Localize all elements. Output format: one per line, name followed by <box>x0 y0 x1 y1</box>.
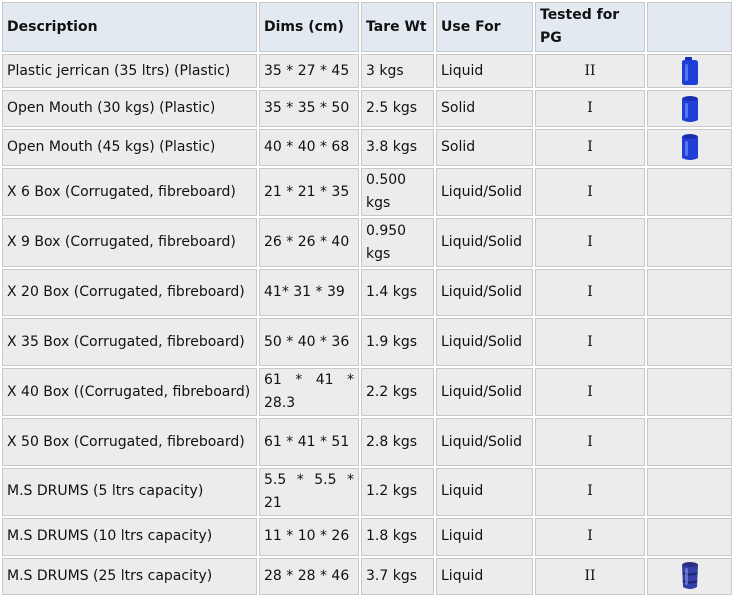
cell-pg: II <box>535 54 645 89</box>
table-row: X 20 Box (Corrugated, fibreboard) 41* 31 … <box>2 268 732 317</box>
table-row: X 40 Box ((Corrugated, fibreboard) 61 * 4… <box>2 367 732 417</box>
cell-tare: 2.2 kgs <box>361 367 434 417</box>
header-dims: Dims (cm) <box>259 2 359 52</box>
cell-dims: 61 * 41 * 28.3 <box>259 367 359 417</box>
cell-dims: 41* 31 * 39 <box>259 268 359 317</box>
cell-description: M.S DRUMS (10 ltrs capacity) <box>2 518 257 556</box>
cell-image <box>647 90 732 127</box>
cell-description: X 40 Box ((Corrugated, fibreboard) <box>2 367 257 417</box>
cell-tare: 3 kgs <box>361 54 434 89</box>
cell-tare: 2.8 kgs <box>361 418 434 466</box>
cell-use: Liquid/Solid <box>436 218 533 267</box>
cell-pg: I <box>535 518 645 556</box>
cell-pg: I <box>535 268 645 317</box>
cell-tare: 1.4 kgs <box>361 268 434 317</box>
cell-use: Liquid/Solid <box>436 367 533 417</box>
cell-use: Liquid/Solid <box>436 268 533 317</box>
cell-pg: I <box>535 168 645 217</box>
cell-tare: 1.8 kgs <box>361 518 434 556</box>
cell-image <box>647 557 732 595</box>
cell-tare: 0.950 kgs <box>361 218 434 267</box>
header-tested: Tested for PG <box>535 2 645 52</box>
cell-description: Open Mouth (45 kgs) (Plastic) <box>2 128 257 167</box>
cell-image <box>647 218 732 267</box>
cell-description: X 20 Box (Corrugated, fibreboard) <box>2 268 257 317</box>
cell-image <box>647 54 732 89</box>
cell-dims: 28 * 28 * 46 <box>259 557 359 595</box>
cell-tare: 3.7 kgs <box>361 557 434 595</box>
cell-description: M.S DRUMS (25 ltrs capacity) <box>2 557 257 595</box>
cell-tare: 3.8 kgs <box>361 128 434 167</box>
cell-description: M.S DRUMS (5 ltrs capacity) <box>2 467 257 517</box>
cell-dims: 40 * 40 * 68 <box>259 128 359 167</box>
cell-pg: I <box>535 418 645 466</box>
cell-use: Liquid/Solid <box>436 168 533 217</box>
cell-use: Liquid <box>436 557 533 595</box>
cell-dims: 11 * 10 * 26 <box>259 518 359 556</box>
cell-dims: 21 * 21 * 35 <box>259 168 359 217</box>
blue-drum-icon <box>679 134 701 161</box>
blue-jerrican-icon <box>679 57 701 86</box>
header-use: Use For <box>436 2 533 52</box>
cell-description: X 6 Box (Corrugated, fibreboard) <box>2 168 257 217</box>
cell-use: Liquid/Solid <box>436 318 533 366</box>
cell-use: Solid <box>436 90 533 127</box>
cell-use: Liquid <box>436 54 533 89</box>
table-row: Open Mouth (30 kgs) (Plastic) 35 * 35 * 5… <box>2 90 732 127</box>
cell-use: Solid <box>436 128 533 167</box>
cell-tare: 0.500 kgs <box>361 168 434 217</box>
cell-description: Open Mouth (30 kgs) (Plastic) <box>2 90 257 127</box>
cell-description: X 9 Box (Corrugated, fibreboard) <box>2 218 257 267</box>
blue-metal-drum-icon <box>679 562 701 590</box>
table-row: Open Mouth (45 kgs) (Plastic) 40 * 40 * 6… <box>2 128 732 167</box>
cell-description: X 50 Box (Corrugated, fibreboard) <box>2 418 257 466</box>
cell-use: Liquid <box>436 518 533 556</box>
cell-dims: 26 * 26 * 40 <box>259 218 359 267</box>
cell-pg: I <box>535 90 645 127</box>
table-row: Plastic jerrican (35 ltrs) (Plastic) 35 *… <box>2 54 732 89</box>
cell-pg: I <box>535 318 645 366</box>
table-row: X 9 Box (Corrugated, fibreboard) 26 * 26 … <box>2 218 732 267</box>
cell-pg: I <box>535 218 645 267</box>
cell-image <box>647 367 732 417</box>
blue-drum-icon <box>679 95 701 122</box>
cell-dims: 35 * 27 * 45 <box>259 54 359 89</box>
table-row: X 50 Box (Corrugated, fibreboard) 61 * 41… <box>2 418 732 466</box>
cell-dims: 5.5 * 5.5 * 21 <box>259 467 359 517</box>
cell-dims: 61 * 41 * 51 <box>259 418 359 466</box>
cell-image <box>647 467 732 517</box>
cell-description: X 35 Box (Corrugated, fibreboard) <box>2 318 257 366</box>
table-row: M.S DRUMS (5 ltrs capacity) 5.5 * 5.5 * 2… <box>2 467 732 517</box>
header-image <box>647 2 732 52</box>
header-row: Description Dims (cm) Tare Wt Use For Te… <box>2 2 732 52</box>
cell-image <box>647 168 732 217</box>
cell-dims: 35 * 35 * 50 <box>259 90 359 127</box>
table-row: X 35 Box (Corrugated, fibreboard) 50 * 40… <box>2 318 732 366</box>
cell-pg: I <box>535 367 645 417</box>
cell-image <box>647 128 732 167</box>
packaging-table: Description Dims (cm) Tare Wt Use For Te… <box>0 0 732 597</box>
cell-use: Liquid <box>436 467 533 517</box>
cell-image <box>647 418 732 466</box>
cell-use: Liquid/Solid <box>436 418 533 466</box>
cell-image <box>647 518 732 556</box>
header-description: Description <box>2 2 257 52</box>
cell-pg: II <box>535 557 645 595</box>
cell-pg: I <box>535 128 645 167</box>
cell-tare: 2.5 kgs <box>361 90 434 127</box>
cell-image <box>647 268 732 317</box>
cell-image <box>647 318 732 366</box>
cell-pg: I <box>535 467 645 517</box>
table-row: M.S DRUMS (25 ltrs capacity) 28 * 28 * 46… <box>2 557 732 595</box>
cell-description: Plastic jerrican (35 ltrs) (Plastic) <box>2 54 257 89</box>
table-row: M.S DRUMS (10 ltrs capacity) 11 * 10 * 26… <box>2 518 732 556</box>
header-tare: Tare Wt <box>361 2 434 52</box>
cell-tare: 1.9 kgs <box>361 318 434 366</box>
cell-tare: 1.2 kgs <box>361 467 434 517</box>
table-row: X 6 Box (Corrugated, fibreboard) 21 * 21 … <box>2 168 732 217</box>
cell-dims: 50 * 40 * 36 <box>259 318 359 366</box>
